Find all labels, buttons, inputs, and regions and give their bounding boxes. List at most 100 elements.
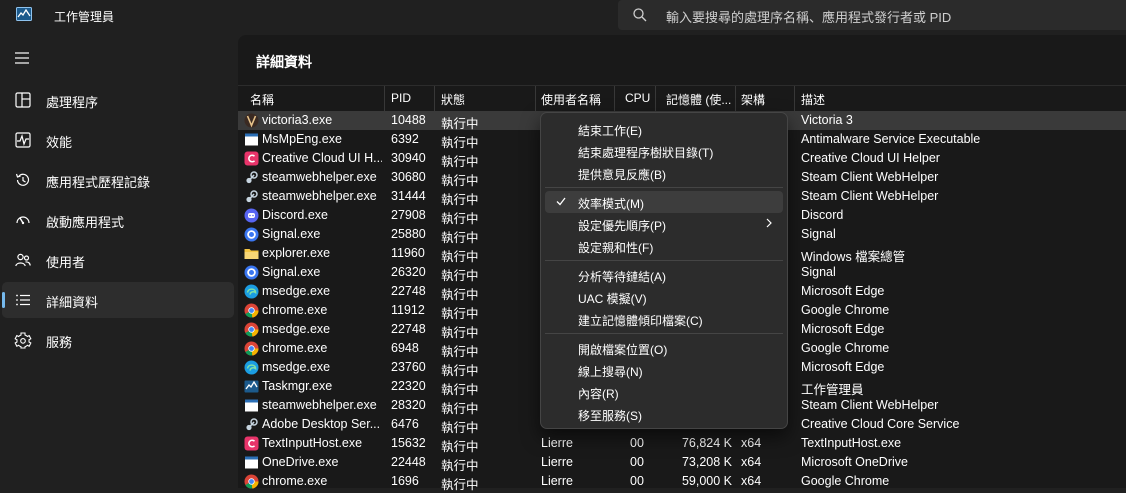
pid-cell: 28320: [391, 398, 426, 412]
column-header-pid[interactable]: PID: [391, 91, 431, 105]
column-divider[interactable]: [384, 86, 385, 112]
menu-item-provide-feedback[interactable]: 提供意見反應(B): [545, 162, 783, 184]
menu-item-label: 設定親和性(F): [578, 241, 654, 255]
cpu-cell: 00: [630, 436, 644, 450]
column-divider[interactable]: [434, 86, 435, 112]
context-menu: 結束工作(E) 結束處理程序樹狀目錄(T) 提供意見反應(B) 效率模式(M) 設定優先…: [540, 112, 788, 429]
sidebar-item-performance[interactable]: 效能: [2, 122, 234, 158]
history-icon: [15, 173, 30, 186]
architecture-cell: x64: [741, 436, 762, 450]
chevron-right-icon: [766, 218, 772, 228]
process-name-cell: Signal.exe: [262, 227, 321, 241]
column-header-description[interactable]: 描述: [801, 91, 1001, 108]
steam-icon: [246, 418, 258, 431]
menu-item-create-dump-file[interactable]: 建立記憶體傾印檔案(C): [545, 308, 783, 330]
creative-cloud-icon: [244, 436, 259, 451]
memory-cell: 76,824 K: [681, 436, 732, 450]
sidebar-item-details[interactable]: 詳細資料: [2, 282, 234, 318]
menu-item-label: 效率模式(M): [578, 197, 644, 211]
description-cell: Steam Client WebHelper: [801, 189, 939, 203]
menu-item-label: 設定優先順序(P): [578, 219, 666, 233]
discord-icon: [244, 208, 259, 223]
table-row[interactable]: TextInputHost.exe 15632 執行中 Lierre 00 76,824 …: [238, 434, 1126, 454]
column-divider[interactable]: [655, 86, 656, 112]
table-row[interactable]: OneDrive.exe 22448 執行中 Lierre 00 73,208 Kx64 M…: [238, 453, 1126, 473]
description-cell: Microsoft Edge: [801, 360, 885, 374]
process-name-cell: Creative Cloud UI H...: [262, 151, 382, 165]
menu-item-set-priority[interactable]: 設定優先順序(P): [545, 213, 783, 235]
checkmark-icon: [556, 197, 566, 206]
window-icon: [245, 133, 258, 146]
pid-cell: 6948: [391, 341, 419, 355]
column-header-name[interactable]: 名稱: [250, 91, 380, 108]
column-header-memory[interactable]: 記憶體 (使...: [666, 91, 732, 108]
menu-separator: [545, 333, 783, 334]
hamburger-menu-icon[interactable]: [12, 48, 32, 68]
description-cell: Microsoft Edge: [801, 322, 885, 336]
performance-icon: [15, 132, 31, 148]
description-cell: Victoria 3: [801, 113, 853, 127]
window-icon: [245, 399, 258, 412]
chrome-icon: [244, 322, 259, 337]
menu-item-label: 線上搜尋(N): [578, 365, 643, 379]
description-cell: Microsoft Edge: [801, 284, 885, 298]
menu-item-analyze-wait-chain[interactable]: 分析等待鏈結(A): [545, 264, 783, 286]
pid-cell: 23760: [391, 360, 426, 374]
sidebar-item-processes[interactable]: 處理程序: [2, 82, 234, 118]
table-header: 名稱 PID 狀態 使用者名稱 CPU 記憶體 (使... 架構 描述: [238, 85, 1126, 112]
menu-item-label: 分析等待鏈結(A): [578, 270, 666, 284]
menu-item-set-affinity[interactable]: 設定親和性(F): [545, 235, 783, 257]
pid-cell: 25880: [391, 227, 426, 241]
memory-cell: 59,000 K: [681, 474, 732, 488]
menu-item-open-file-location[interactable]: 開啟檔案位置(O): [545, 337, 783, 359]
search-input[interactable]: 輸入要搜尋的處理序名稱、應用程式發行者或 PID: [618, 0, 1126, 30]
menu-item-end-task[interactable]: 結束工作(E): [545, 118, 783, 140]
menu-item-label: UAC 模擬(V): [578, 292, 647, 306]
active-indicator: [2, 292, 5, 308]
menu-item-go-to-services[interactable]: 移至服務(S): [545, 403, 783, 425]
steam-icon: [246, 190, 258, 203]
description-cell: Steam Client WebHelper: [801, 398, 939, 412]
description-cell: Signal: [801, 265, 836, 279]
description-cell: Creative Cloud Core Service: [801, 417, 960, 431]
sidebar-item-services[interactable]: 服務: [2, 322, 234, 358]
process-name-cell: Signal.exe: [262, 265, 321, 279]
sidebar: 處理程序 效能 應用程式歷程記錄 啟動應用程式 使用者 詳細資料 服務: [0, 32, 238, 488]
menu-item-efficiency-mode[interactable]: 效率模式(M): [545, 191, 783, 213]
column-divider[interactable]: [535, 86, 536, 112]
page-title: 詳細資料: [256, 54, 312, 70]
cpu-cell: 00: [630, 455, 644, 469]
menu-item-search-online[interactable]: 線上搜尋(N): [545, 359, 783, 381]
title-bar: 工作管理員 輸入要搜尋的處理序名稱、應用程式發行者或 PID: [0, 0, 1126, 32]
sidebar-item-users[interactable]: 使用者: [2, 242, 234, 278]
column-divider[interactable]: [735, 86, 736, 112]
description-cell: Microsoft OneDrive: [801, 455, 908, 469]
task-manager-icon: [16, 7, 32, 21]
pid-cell: 22748: [391, 322, 426, 336]
sidebar-item-label: 詳細資料: [46, 295, 99, 310]
menu-item-uac-virtualization[interactable]: UAC 模擬(V): [545, 286, 783, 308]
description-cell: Discord: [801, 208, 844, 222]
process-name-cell: chrome.exe: [262, 474, 328, 488]
description-cell: Antimalware Service Executable: [801, 132, 981, 146]
sidebar-item-startup-apps[interactable]: 啟動應用程式: [2, 202, 234, 238]
column-header-status[interactable]: 狀態: [441, 91, 531, 108]
menu-item-label: 內容(R): [578, 387, 619, 401]
sidebar-item-app-history[interactable]: 應用程式歷程記錄: [2, 162, 234, 198]
pid-cell: 22748: [391, 284, 426, 298]
process-name-cell: steamwebhelper.exe: [262, 170, 377, 184]
column-divider[interactable]: [614, 86, 615, 112]
menu-item-properties[interactable]: 內容(R): [545, 381, 783, 403]
menu-separator: [545, 187, 783, 188]
column-header-cpu[interactable]: CPU: [625, 91, 655, 105]
column-header-architecture[interactable]: 架構: [741, 91, 791, 108]
column-header-user[interactable]: 使用者名稱: [541, 91, 611, 108]
chrome-icon: [244, 474, 259, 489]
table-row[interactable]: chrome.exe 1696 執行中 Lierre 00 59,000 K x64 Goog…: [238, 472, 1126, 492]
services-icon: [14, 332, 32, 349]
column-divider[interactable]: [794, 86, 795, 112]
process-name-cell: TextInputHost.exe: [262, 436, 363, 450]
menu-item-end-process-tree[interactable]: 結束處理程序樹狀目錄(T): [545, 140, 783, 162]
chrome-icon: [244, 303, 259, 318]
edge-icon: [244, 360, 259, 375]
